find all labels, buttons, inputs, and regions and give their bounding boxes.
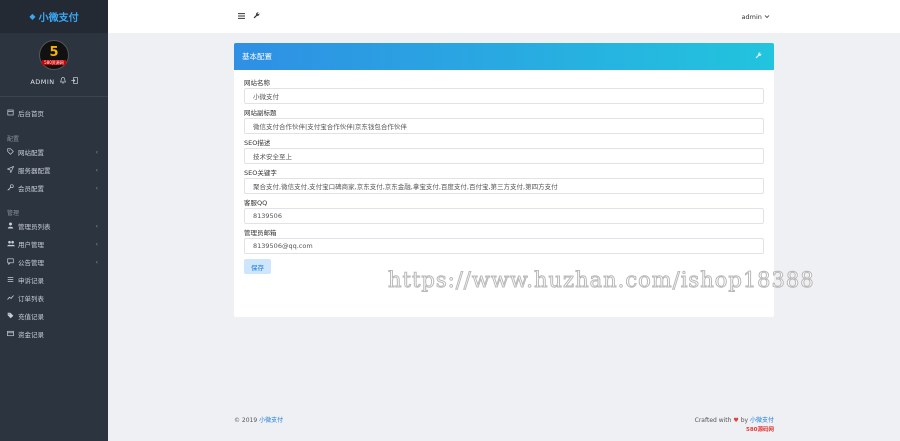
comment-icon <box>7 257 16 267</box>
sidebar-item-user-manage[interactable]: 用户管理 ‹ <box>0 235 108 253</box>
key-icon <box>7 183 16 193</box>
sidebar-item-label: 会员配置 <box>18 185 44 193</box>
sidebar-section-manage: 管理 <box>7 210 20 217</box>
heart-icon: ♥ <box>733 417 739 424</box>
field-admin-email: 管理员邮箱 8139506@qq.com <box>244 229 764 254</box>
service-qq-input[interactable]: 8139506 <box>244 208 764 224</box>
chevron-left-icon: ‹ <box>95 148 98 156</box>
sidebar-item-admin-list[interactable]: 管理员列表 ‹ <box>0 217 108 235</box>
bell-icon[interactable] <box>59 77 66 86</box>
field-label: 管理员邮箱 <box>244 229 277 237</box>
sidebar-item-label: 资金记录 <box>18 331 44 339</box>
tag-icon <box>7 147 16 157</box>
admin-label: admin <box>741 12 762 21</box>
sidebar-item-label: 订单列表 <box>18 295 44 303</box>
home-icon <box>7 109 16 118</box>
crafted-prefix: Crafted with <box>694 417 732 424</box>
brand[interactable]: ◆ 小微支付 <box>0 0 108 33</box>
site-name-input[interactable]: 小微支付 <box>244 88 764 104</box>
sidebar-item-label: 后台首页 <box>18 110 44 118</box>
admin-email-input[interactable]: 8139506@qq.com <box>244 238 764 254</box>
user-name: ADMIN <box>30 77 55 86</box>
footer-sub: 580源码网 <box>746 427 774 433</box>
field-site-name: 网站名称 小微支付 <box>244 79 764 104</box>
seo-keywords-input[interactable]: 聚合支付,微信支付,支付宝口碑商家,京东支付,京东金融,拿宝支付,百度支付,百付… <box>244 178 764 194</box>
sidebar-item-label: 公告管理 <box>18 259 44 267</box>
copyright-text: © 2019 <box>234 417 258 424</box>
brand-name: 小微支付 <box>38 13 79 24</box>
sidebar-item-server-config[interactable]: 服务器配置 ‹ <box>0 161 108 179</box>
crafted-link[interactable]: 小微支付 <box>750 417 774 424</box>
chevron-down-icon <box>764 13 770 21</box>
chart-line-icon <box>7 294 16 303</box>
chevron-left-icon: ‹ <box>95 184 98 192</box>
sidebar-item-member-config[interactable]: 会员配置 ‹ <box>0 179 108 197</box>
avatar[interactable]: 5 580资源网 <box>39 40 69 70</box>
sidebar-item-label: 充值记录 <box>18 313 44 321</box>
sidebar-item-dashboard[interactable]: 后台首页 <box>0 104 108 122</box>
users-icon <box>7 240 16 249</box>
credit-card-icon <box>7 330 16 339</box>
user-panel: 5 580资源网 ADMIN <box>0 33 108 96</box>
user-icon <box>7 222 16 231</box>
field-label: 网站名称 <box>244 79 270 87</box>
field-seo-description: SEO描述 技术安全至上 <box>244 139 764 164</box>
chevron-left-icon: ‹ <box>95 222 98 230</box>
field-service-qq: 客服QQ 8139506 <box>244 199 764 224</box>
sidebar-item-label: 服务器配置 <box>18 167 51 175</box>
copyright-link[interactable]: 小微支付 <box>259 417 283 424</box>
save-button[interactable]: 保存 <box>244 259 271 274</box>
crafted-by: by <box>740 417 749 424</box>
topbar: admin <box>108 0 900 33</box>
card-title: 基本配置 <box>242 52 272 61</box>
user-row: ADMIN <box>30 77 78 86</box>
field-label: SEO描述 <box>244 139 271 147</box>
list-icon <box>7 276 16 285</box>
avatar-tag: 580资源网 <box>42 59 66 65</box>
sidebar-item-label: 申诉记录 <box>18 277 44 285</box>
config-form: 网站名称 小微支付 网站副标题 微信支付合作伙伴|支付宝合作伙伴|京东钱包合作伙… <box>234 70 774 274</box>
field-label: 客服QQ <box>244 199 268 207</box>
chevron-left-icon: ‹ <box>95 240 98 248</box>
sidebar-item-appeal-records[interactable]: 申诉记录 <box>0 271 108 289</box>
sidebar-item-notice-manage[interactable]: 公告管理 ‹ <box>0 253 108 271</box>
avatar-number: 5 <box>49 44 59 60</box>
site-subtitle-input[interactable]: 微信支付合作伙伴|支付宝合作伙伴|京东钱包合作伙伴 <box>244 118 764 134</box>
chevron-left-icon: ‹ <box>95 258 98 266</box>
sidebar-item-recharge-records[interactable]: 充值记录 <box>0 307 108 325</box>
watermark: https://www.huzhan.com/ishop18388 <box>388 268 815 293</box>
sidebar-item-label: 管理员列表 <box>18 223 51 231</box>
send-icon <box>6 165 16 175</box>
sidebar-item-fund-records[interactable]: 资金记录 <box>0 325 108 343</box>
sidebar: ◆ 小微支付 5 580资源网 ADMIN 后台首页 配置 网站配置 ‹ 服务器… <box>0 0 108 441</box>
field-seo-keywords: SEO关键字 聚合支付,微信支付,支付宝口碑商家,京东支付,京东金融,拿宝支付,… <box>244 169 764 194</box>
sidebar-item-label: 用户管理 <box>18 241 44 249</box>
logout-icon[interactable] <box>70 77 78 86</box>
admin-dropdown[interactable]: admin <box>742 13 770 21</box>
footer-crafted: Crafted with ♥ by 小微支付 580源码网 <box>695 415 774 433</box>
chevron-left-icon: ‹ <box>95 166 98 174</box>
brand-logo-icon: ◆ <box>29 12 36 21</box>
seo-description-input[interactable]: 技术安全至上 <box>244 148 764 164</box>
wrench-icon[interactable] <box>253 12 260 21</box>
wrench-icon[interactable] <box>755 52 762 61</box>
tags-icon <box>7 312 16 321</box>
footer-copyright: © 2019 小微支付 <box>234 415 283 424</box>
field-label: 网站副标题 <box>244 109 277 117</box>
sidebar-section-config: 配置 <box>7 136 20 143</box>
field-site-subtitle: 网站副标题 微信支付合作伙伴|支付宝合作伙伴|京东钱包合作伙伴 <box>244 109 764 134</box>
menu-toggle-icon[interactable] <box>238 12 245 22</box>
field-label: SEO关键字 <box>244 169 277 177</box>
sidebar-item-order-list[interactable]: 订单列表 <box>0 289 108 307</box>
sidebar-item-label: 网站配置 <box>18 149 44 157</box>
sidebar-item-site-config[interactable]: 网站配置 ‹ <box>0 143 108 161</box>
card-header: 基本配置 <box>234 43 774 70</box>
